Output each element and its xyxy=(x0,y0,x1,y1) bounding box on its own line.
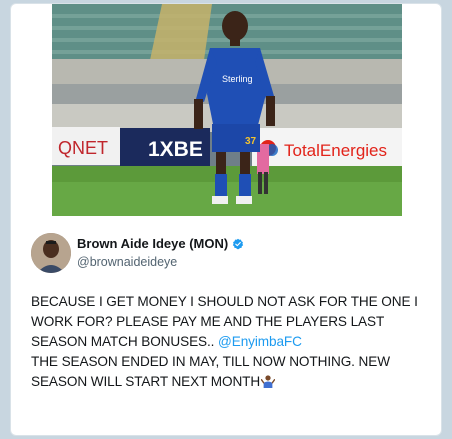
tweet-text-part2: THE SEASON ENDED IN MAY, TILL NOW NOTHIN… xyxy=(31,354,390,389)
avatar-image xyxy=(31,233,71,273)
board-1xbet: 1XBE xyxy=(148,138,203,161)
mention-link[interactable]: @EnyimbaFC xyxy=(218,334,302,349)
tweet-author[interactable]: Brown Aide Ideye (MON) @brownaideideye xyxy=(31,233,431,273)
board-qnet: QNET xyxy=(58,138,108,158)
person-shrugging-icon xyxy=(261,375,276,388)
tweet-text: BECAUSE I GET MONEY I SHOULD NOT ASK FOR… xyxy=(31,292,437,392)
author-name[interactable]: Brown Aide Ideye (MON) xyxy=(77,236,228,251)
tweet-photo[interactable]: QNET 1XBE TotalEnergies Sterling 37 xyxy=(52,4,402,216)
tweet-card: QNET 1XBE TotalEnergies Sterling 37 Brow… xyxy=(10,3,442,436)
author-name-row: Brown Aide Ideye (MON) xyxy=(77,236,244,251)
stadium-photo: QNET 1XBE TotalEnergies Sterling 37 xyxy=(52,4,402,216)
author-handle[interactable]: @brownaideideye xyxy=(77,255,177,269)
jersey-number: 37 xyxy=(245,136,257,147)
avatar[interactable] xyxy=(31,233,71,273)
board-totalenergies: TotalEnergies xyxy=(284,141,387,160)
verified-badge-icon xyxy=(233,238,244,249)
jersey-sponsor: Sterling xyxy=(222,74,253,84)
